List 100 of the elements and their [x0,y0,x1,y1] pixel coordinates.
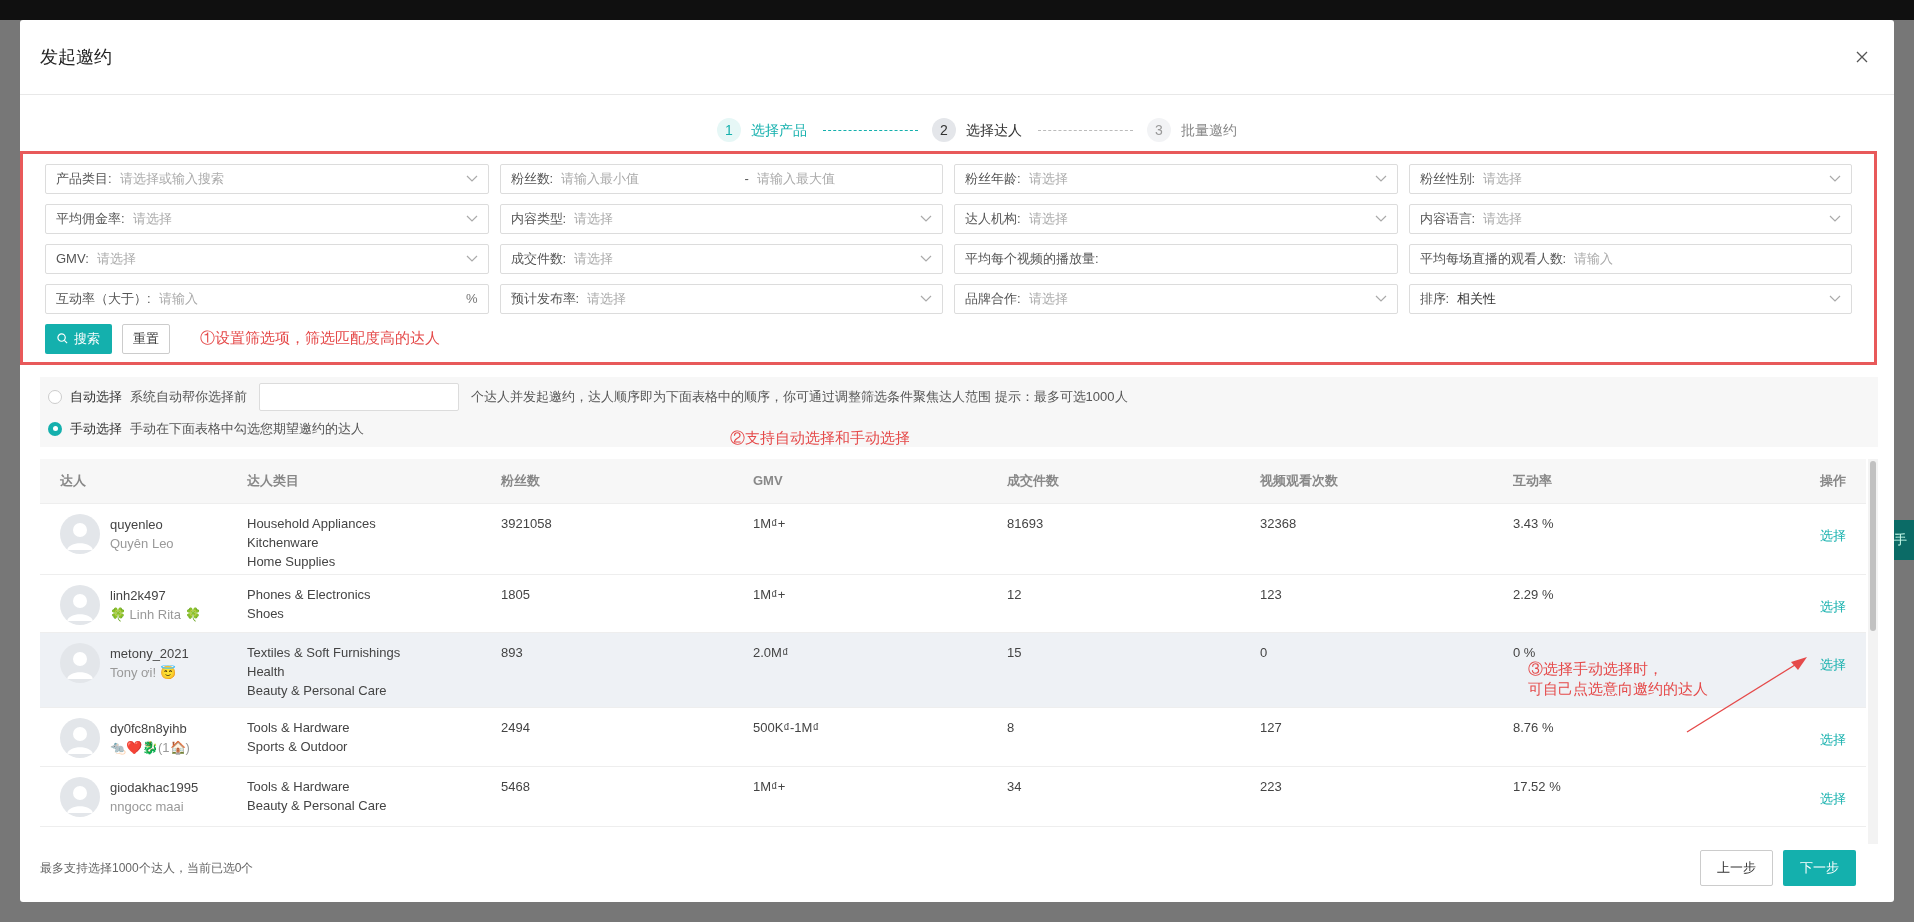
chevron-down-icon [920,254,932,263]
table-cell-text: 1805 [501,585,531,604]
table-cell-text: 0 [1260,643,1269,662]
table-cell-text: 2.29 % [1513,585,1555,604]
avatar [60,776,100,817]
avatar [60,642,100,683]
category-text: Beauty & Personal Care [247,681,388,700]
table-cell-text: 3921058 [501,514,553,533]
select-field[interactable]: 产品类目: 请选择或输入搜索 [45,163,489,194]
step-number: 1 [717,118,741,143]
select-field[interactable]: 平均佣金率: 请选择 [45,203,489,234]
select-field[interactable]: 内容类型: 请选择 [499,203,943,234]
select-field[interactable]: 预计发布率: 请选择 [499,283,943,314]
input-field[interactable]: 平均每场直播的观看人数: 请输入 [1408,243,1852,274]
input-field[interactable]: 互动率（大于）: 请输入 % [45,283,489,314]
creator-handle: giodakhac1995 [110,778,199,797]
range-field[interactable]: 粉丝数: 请输入最小值 - 请输入最大值 [499,163,943,194]
option-description: 个达人并发起邀约，达人顺序即为下面表格中的顺序，你可通过调整筛选条件聚焦达人范围 提示：最多可选1000人 [471,387,1128,406]
creator-handle: dy0fc8n8yihb [110,719,188,738]
select-field[interactable]: GMV: 请选择 [45,243,489,274]
count-input[interactable] [259,382,459,411]
category-text: Tools & Hardware [247,718,351,737]
chevron-down-icon [1829,174,1841,183]
radio-label[interactable]: 自动选择 [70,386,122,407]
table-cell-text: 893 [501,643,524,662]
table-cell-text: 500K₫-1M₫ [753,718,821,737]
table-cell-text: 3.43 % [1513,514,1555,533]
radio-button[interactable] [48,421,62,436]
category-text: Tools & Hardware [247,777,351,796]
avatar [60,584,100,625]
table-cell-text: 81693 [1007,514,1045,533]
column-header: 达人类目 [247,471,300,490]
chevron-down-icon [920,214,932,223]
chevron-down-icon [1374,214,1387,223]
creator-handle: linh2k497 [110,586,167,605]
table-cell-text: 12 [1007,585,1023,604]
column-header: 互动率 [1513,471,1553,490]
annotation-text: ②支持自动选择和手动选择 [730,427,910,448]
table-cell-text: 0 % [1513,643,1537,661]
chevron-down-icon [465,214,478,223]
avatar [60,717,100,758]
creator-nickname: nngocc maai [110,797,185,816]
table-cell-text: 8 [1007,718,1016,737]
creator-nickname: Tony ơi! 😇 [110,663,177,682]
creator-nickname: 🐀❤🐉(1🏠) [110,738,190,757]
select-field[interactable]: 粉丝性别: 请选择 [1408,163,1852,194]
step-number: 3 [1147,118,1171,143]
column-header: 操作 [1819,471,1847,490]
table-cell-text: 127 [1260,718,1283,737]
column-header: 达人 [59,471,87,490]
step-label[interactable]: 选择达人 [966,119,1022,141]
table-cell-text: 123 [1260,585,1283,604]
category-text: Phones & Electronics [247,585,372,604]
annotation-text: ①设置筛选项，筛选匹配度高的达人 [200,328,440,349]
chevron-down-icon [465,174,478,183]
category-text: Household Appliances [247,514,377,533]
creator-handle: metony_2021 [110,644,189,663]
creator-nickname: 🍀 Linh Rita 🍀 [110,605,201,624]
selection-count: 最多支持选择1000个达人，当前已选0个 [40,859,254,877]
column-header: GMV [753,471,784,490]
table-cell-text: 1M₫+ [753,777,787,796]
select-field[interactable]: 粉丝年龄: 请选择 [954,163,1398,194]
step-number: 2 [932,118,956,143]
chevron-down-icon [1374,174,1387,183]
option-description: 系统自动帮你选择前 [130,387,247,406]
chevron-down-icon [1829,214,1841,223]
chevron-down-icon [1374,294,1387,303]
radio-button[interactable] [48,389,62,404]
table-cell-text: 32368 [1260,514,1298,533]
creator-handle: quyenleo [110,515,164,534]
reset-button[interactable]: 重置 [122,323,170,354]
radio-label[interactable]: 手动选择 [70,418,122,439]
previous-button[interactable]: 上一步 [1700,849,1773,886]
close-icon[interactable] [1856,51,1868,63]
select-field[interactable]: 成交件数: 请选择 [499,243,943,274]
avatar [60,513,100,554]
annotation-text: ③选择手动选择时， [1528,658,1664,679]
column-header: 粉丝数 [501,471,541,490]
select-field[interactable]: 达人机构: 请选择 [954,203,1398,234]
select-field[interactable]: 排序: 相关性 [1408,283,1852,314]
column-header: 成交件数 [1007,471,1060,490]
category-text: Home Supplies [247,552,337,571]
table-cell-text: 2.0M₫ [753,643,790,662]
category-text: Health [247,662,286,681]
step-label[interactable]: 批量邀约 [1181,119,1237,141]
table-cell-text: 2494 [501,718,531,737]
table-cell-text: 5468 [501,777,531,796]
select-field[interactable]: 内容语言: 请选择 [1408,203,1852,234]
select-field[interactable]: 品牌合作: 请选择 [954,283,1398,314]
table-cell-text: 15 [1007,643,1023,662]
search-icon [57,333,68,345]
creator-nickname: Quyên Leo [110,534,174,553]
table-cell-text: 1M₫+ [753,585,787,604]
input-field[interactable]: 平均每个视频的播放量: [954,243,1398,274]
chevron-down-icon [920,294,932,303]
option-description: 手动在下面表格中勾选您期望邀约的达人 [130,419,364,438]
table-cell-text: 223 [1260,777,1283,796]
table-cell-text: 1M₫+ [753,514,787,533]
scrollbar[interactable] [1868,458,1878,844]
category-text: Shoes [247,604,285,623]
